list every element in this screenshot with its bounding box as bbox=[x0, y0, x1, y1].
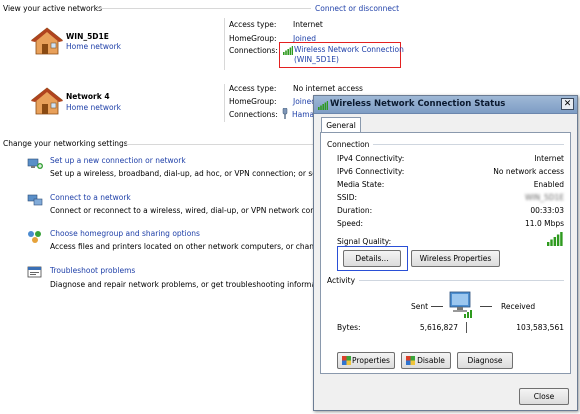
diagnose-button[interactable]: Diagnose bbox=[457, 352, 513, 369]
signal-bars-icon bbox=[547, 232, 563, 246]
disable-label: Disable bbox=[417, 356, 445, 365]
column-divider bbox=[224, 18, 225, 70]
activity-group-label: Activity bbox=[327, 276, 360, 285]
connection-group-label: Connection bbox=[327, 140, 374, 149]
settings-header: Change your networking settings bbox=[3, 139, 128, 148]
access-type-value: No internet access bbox=[293, 84, 363, 93]
media-state-value: Enabled bbox=[533, 180, 564, 189]
wireless-properties-button[interactable]: Wireless Properties bbox=[411, 250, 500, 267]
signal-quality-label: Signal Quality: bbox=[337, 237, 392, 246]
access-type-label: Access type: bbox=[229, 20, 277, 29]
ssid-label: SSID: bbox=[337, 193, 358, 202]
setting-description: Diagnose and repair network problems, or… bbox=[50, 280, 333, 289]
network-type-link[interactable]: Home network bbox=[66, 42, 121, 51]
homegroup-icon bbox=[28, 231, 41, 243]
bytes-label: Bytes: bbox=[337, 323, 361, 332]
section-divider bbox=[124, 144, 313, 145]
bytes-sent-value: 5,616,827 bbox=[419, 323, 458, 332]
wireless-connection-link[interactable]: Wireless Network Connection (WIN_5D1E) bbox=[294, 45, 404, 65]
active-networks-header: View your active networks bbox=[3, 4, 102, 13]
group-divider bbox=[327, 280, 564, 281]
properties-button[interactable]: Properties bbox=[337, 352, 395, 369]
ipv4-value: Internet bbox=[534, 154, 564, 163]
dialog-title: Wireless Network Connection Status bbox=[330, 99, 506, 109]
wifi-signal-icon bbox=[318, 101, 328, 110]
troubleshoot-link[interactable]: Troubleshoot problems bbox=[50, 266, 135, 275]
disable-button[interactable]: Disable bbox=[401, 352, 451, 369]
received-dash bbox=[480, 306, 492, 307]
homegroup-label: HomeGroup: bbox=[229, 97, 277, 106]
details-button[interactable]: Details... bbox=[343, 250, 401, 267]
network-name: WIN_5D1E bbox=[66, 32, 109, 41]
general-tab-panel: Connection IPv4 Connectivity: Internet I… bbox=[320, 132, 571, 374]
home-network-icon bbox=[30, 87, 64, 115]
speed-value: 11.0 Mbps bbox=[525, 219, 564, 228]
setup-connection-link[interactable]: Set up a new connection or network bbox=[50, 156, 186, 165]
homegroup-label: HomeGroup: bbox=[229, 34, 277, 43]
shield-icon bbox=[406, 356, 415, 365]
ipv6-label: IPv6 Connectivity: bbox=[337, 167, 405, 176]
shield-icon bbox=[342, 356, 351, 365]
connection-ssid: (WIN_5D1E) bbox=[294, 55, 339, 64]
setting-description: Access files and printers located on oth… bbox=[50, 242, 343, 251]
sent-dash bbox=[431, 306, 443, 307]
received-label: Received bbox=[501, 302, 536, 311]
ipv4-label: IPv4 Connectivity: bbox=[337, 154, 405, 163]
setting-description: Set up a wireless, broadband, dial-up, a… bbox=[50, 169, 345, 178]
bytes-separator bbox=[466, 322, 467, 333]
connections-label: Connections: bbox=[229, 46, 278, 55]
section-divider bbox=[97, 8, 311, 9]
access-type-label: Access type: bbox=[229, 84, 277, 93]
column-divider bbox=[224, 84, 225, 122]
connection-name: Wireless Network Connection bbox=[294, 45, 404, 54]
duration-value: 00:33:03 bbox=[530, 206, 564, 215]
troubleshoot-icon bbox=[27, 266, 42, 278]
access-type-value: Internet bbox=[293, 20, 323, 29]
speed-label: Speed: bbox=[337, 219, 364, 228]
network-plug-icon bbox=[282, 108, 288, 119]
wifi-signal-icon bbox=[283, 46, 293, 55]
network-computer-icon bbox=[449, 291, 472, 318]
ipv6-value: No network access bbox=[493, 167, 564, 176]
close-button[interactable]: Close bbox=[519, 388, 569, 405]
network-name: Network 4 bbox=[66, 92, 110, 101]
bytes-received-value: 103,583,561 bbox=[516, 323, 564, 332]
wireless-status-dialog: Wireless Network Connection Status ✕ Gen… bbox=[313, 95, 578, 411]
network-type-link[interactable]: Home network bbox=[66, 103, 121, 112]
dialog-titlebar[interactable]: Wireless Network Connection Status ✕ bbox=[314, 96, 577, 114]
ssid-value: WIN_5D1E bbox=[524, 193, 564, 202]
connect-to-network-link[interactable]: Connect to a network bbox=[50, 193, 131, 202]
duration-label: Duration: bbox=[337, 206, 373, 215]
close-icon[interactable]: ✕ bbox=[561, 98, 574, 110]
sent-label: Sent bbox=[411, 302, 429, 311]
new-connection-icon bbox=[27, 158, 43, 169]
home-network-icon bbox=[30, 27, 64, 55]
setting-description: Connect or reconnect to a wireless, wire… bbox=[50, 206, 342, 215]
media-state-label: Media State: bbox=[337, 180, 385, 189]
tab-general[interactable]: General bbox=[321, 117, 361, 133]
homegroup-options-link[interactable]: Choose homegroup and sharing options bbox=[50, 229, 200, 238]
properties-label: Properties bbox=[352, 356, 390, 365]
connect-network-icon bbox=[27, 194, 43, 206]
connections-label: Connections: bbox=[229, 110, 278, 119]
connect-or-disconnect-link[interactable]: Connect or disconnect bbox=[315, 4, 399, 13]
